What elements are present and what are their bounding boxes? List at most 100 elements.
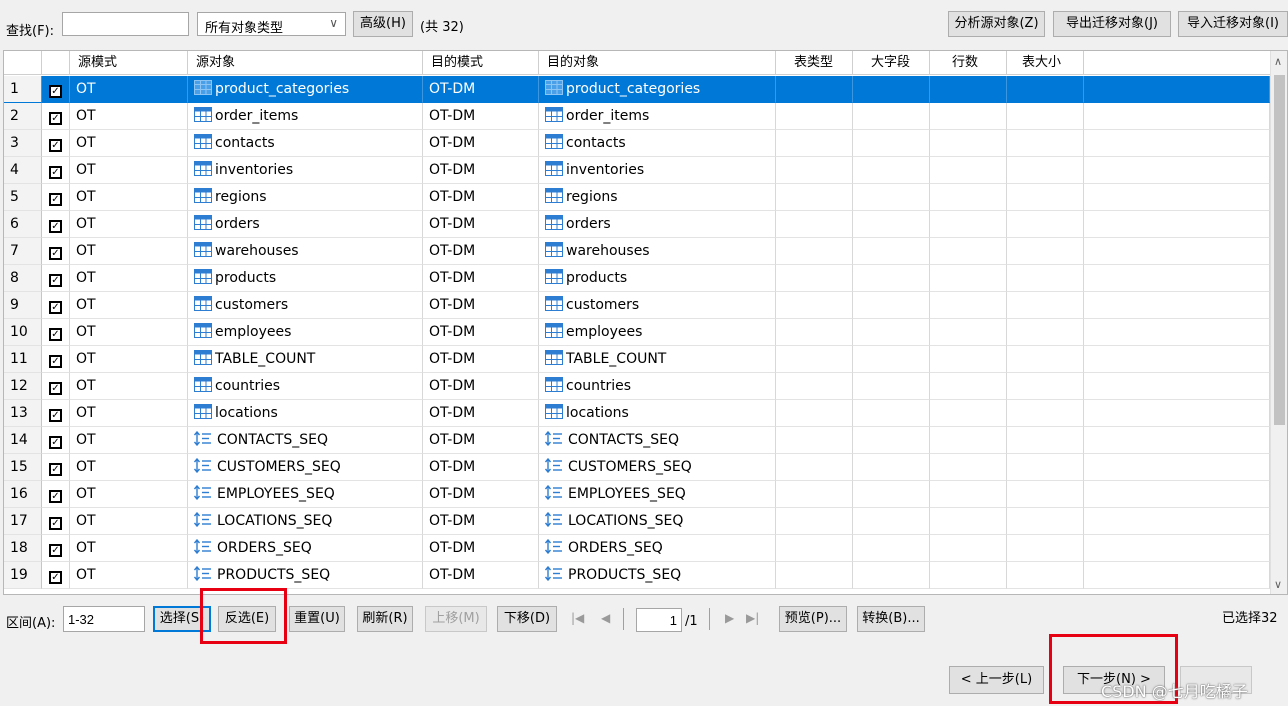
row-checkbox-cell[interactable]: ✓ (42, 481, 70, 508)
table-row[interactable]: 10 ✓ OT employees OT-DM employees (4, 319, 1270, 346)
header-target-schema[interactable]: 目的模式 (423, 51, 539, 75)
previous-step-button[interactable]: < 上一步(L) (949, 666, 1044, 694)
checkbox-checked-icon[interactable]: ✓ (49, 436, 62, 449)
checkbox-checked-icon[interactable]: ✓ (49, 517, 62, 530)
row-checkbox-cell[interactable]: ✓ (42, 535, 70, 562)
row-number-cell: 4 (4, 157, 42, 184)
checkbox-checked-icon[interactable]: ✓ (49, 139, 62, 152)
checkbox-checked-icon[interactable]: ✓ (49, 247, 62, 260)
row-checkbox-cell[interactable]: ✓ (42, 508, 70, 535)
table-row[interactable]: 16 ✓ OT EMPLOYEES_SEQ OT-DM EMPLOYEES_SEQ (4, 481, 1270, 508)
row-checkbox-cell[interactable]: ✓ (42, 184, 70, 211)
checkbox-checked-icon[interactable]: ✓ (49, 382, 62, 395)
row-checkbox-cell[interactable]: ✓ (42, 130, 70, 157)
table-row[interactable]: 5 ✓ OT regions OT-DM regions (4, 184, 1270, 211)
row-count-cell (930, 292, 1007, 319)
scroll-up-icon[interactable]: ∧ (1274, 55, 1282, 68)
row-checkbox-cell[interactable]: ✓ (42, 346, 70, 373)
range-input[interactable] (63, 606, 145, 632)
checkbox-checked-icon[interactable]: ✓ (49, 355, 62, 368)
checkbox-checked-icon[interactable]: ✓ (49, 490, 62, 503)
table-row[interactable]: 8 ✓ OT products OT-DM products (4, 265, 1270, 292)
table-row[interactable]: 1 ✓ OT product_categories OT-DM product_categ… (4, 76, 1270, 103)
checkbox-checked-icon[interactable]: ✓ (49, 301, 62, 314)
header-table-size[interactable]: 表大小 (1007, 51, 1084, 75)
scrollbar-thumb[interactable] (1274, 75, 1285, 425)
header-source-object[interactable]: 源对象 (188, 51, 423, 75)
table-row[interactable]: 7 ✓ OT warehouses OT-DM warehouses (4, 238, 1270, 265)
convert-button[interactable]: 转换(B)... (857, 606, 925, 632)
scroll-down-icon[interactable]: ∨ (1274, 578, 1282, 591)
row-checkbox-cell[interactable]: ✓ (42, 211, 70, 238)
table-row[interactable]: 4 ✓ OT inventories OT-DM inventories (4, 157, 1270, 184)
row-checkbox-cell[interactable]: ✓ (42, 157, 70, 184)
object-type-select[interactable]: 所有对象类型 ∨ (197, 12, 346, 36)
prev-page-icon[interactable]: ◀ (601, 611, 610, 625)
header-table-type[interactable]: 表类型 (776, 51, 853, 75)
source-schema-text: OT (76, 324, 96, 340)
reset-button[interactable]: 重置(U) (289, 606, 345, 632)
row-checkbox-cell[interactable]: ✓ (42, 427, 70, 454)
checkbox-checked-icon[interactable]: ✓ (49, 571, 62, 584)
table-row[interactable]: 9 ✓ OT customers OT-DM customers (4, 292, 1270, 319)
table-row[interactable]: 12 ✓ OT countries OT-DM countries (4, 373, 1270, 400)
highlight-box (200, 588, 287, 644)
move-up-button[interactable]: 上移(M) (425, 606, 487, 632)
table-row[interactable]: 2 ✓ OT order_items OT-DM order_items (4, 103, 1270, 130)
page-number-input[interactable] (636, 608, 682, 632)
table-row[interactable]: 18 ✓ OT ORDERS_SEQ OT-DM ORDERS_SEQ (4, 535, 1270, 562)
checkbox-checked-icon[interactable]: ✓ (49, 463, 62, 476)
header-lob[interactable]: 大字段 (853, 51, 930, 75)
row-checkbox-cell[interactable]: ✓ (42, 454, 70, 481)
refresh-button[interactable]: 刷新(R) (357, 606, 413, 632)
table-row[interactable]: 14 ✓ OT CONTACTS_SEQ OT-DM CONTACTS_SEQ (4, 427, 1270, 454)
checkbox-checked-icon[interactable]: ✓ (49, 193, 62, 206)
move-down-button[interactable]: 下移(D) (497, 606, 557, 632)
table-type-cell (776, 319, 853, 346)
find-input[interactable] (62, 12, 189, 36)
empty-cell (1084, 508, 1270, 535)
table-row[interactable]: 11 ✓ OT TABLE_COUNT OT-DM TABLE_COUNT (4, 346, 1270, 373)
checkbox-checked-icon[interactable]: ✓ (49, 85, 62, 98)
last-page-icon[interactable]: ▶| (746, 611, 759, 625)
table-header: 源模式 源对象 目的模式 目的对象 表类型 大字段 行数 表大小 (4, 51, 1270, 75)
checkbox-checked-icon[interactable]: ✓ (49, 112, 62, 125)
target-object-cell: PRODUCTS_SEQ (539, 562, 776, 589)
checkbox-checked-icon[interactable]: ✓ (49, 409, 62, 422)
sequence-icon (194, 431, 217, 448)
table-row[interactable]: 19 ✓ OT PRODUCTS_SEQ OT-DM PRODUCTS_SEQ (4, 562, 1270, 589)
checkbox-checked-icon[interactable]: ✓ (49, 328, 62, 341)
row-checkbox-cell[interactable]: ✓ (42, 76, 70, 103)
checkbox-checked-icon[interactable]: ✓ (49, 166, 62, 179)
table-row[interactable]: 6 ✓ OT orders OT-DM orders (4, 211, 1270, 238)
checkbox-checked-icon[interactable]: ✓ (49, 220, 62, 233)
row-checkbox-cell[interactable]: ✓ (42, 562, 70, 589)
analyze-source-button[interactable]: 分析源对象(Z) (948, 11, 1045, 37)
export-objects-button[interactable]: 导出迁移对象(J) (1053, 11, 1171, 37)
import-objects-button[interactable]: 导入迁移对象(I) (1178, 11, 1288, 37)
table-row[interactable]: 15 ✓ OT CUSTOMERS_SEQ OT-DM CUSTOMERS_SEQ (4, 454, 1270, 481)
table-size-cell (1007, 481, 1084, 508)
row-checkbox-cell[interactable]: ✓ (42, 400, 70, 427)
row-checkbox-cell[interactable]: ✓ (42, 103, 70, 130)
target-schema-cell: OT-DM (423, 76, 539, 103)
row-count-cell (930, 238, 1007, 265)
row-checkbox-cell[interactable]: ✓ (42, 265, 70, 292)
first-page-icon[interactable]: |◀ (571, 611, 584, 625)
table-row[interactable]: 17 ✓ OT LOCATIONS_SEQ OT-DM LOCATIONS_SEQ (4, 508, 1270, 535)
header-row-count[interactable]: 行数 (930, 51, 1007, 75)
vertical-scrollbar[interactable]: ∧ ∨ (1270, 51, 1287, 594)
table-row[interactable]: 13 ✓ OT locations OT-DM locations (4, 400, 1270, 427)
row-checkbox-cell[interactable]: ✓ (42, 319, 70, 346)
table-row[interactable]: 3 ✓ OT contacts OT-DM contacts (4, 130, 1270, 157)
checkbox-checked-icon[interactable]: ✓ (49, 544, 62, 557)
header-target-object[interactable]: 目的对象 (539, 51, 776, 75)
row-checkbox-cell[interactable]: ✓ (42, 292, 70, 319)
next-page-icon[interactable]: ▶ (725, 611, 734, 625)
preview-button[interactable]: 预览(P)... (779, 606, 847, 632)
row-checkbox-cell[interactable]: ✓ (42, 238, 70, 265)
checkbox-checked-icon[interactable]: ✓ (49, 274, 62, 287)
row-checkbox-cell[interactable]: ✓ (42, 373, 70, 400)
advanced-button[interactable]: 高级(H) (353, 11, 413, 37)
header-source-schema[interactable]: 源模式 (70, 51, 188, 75)
